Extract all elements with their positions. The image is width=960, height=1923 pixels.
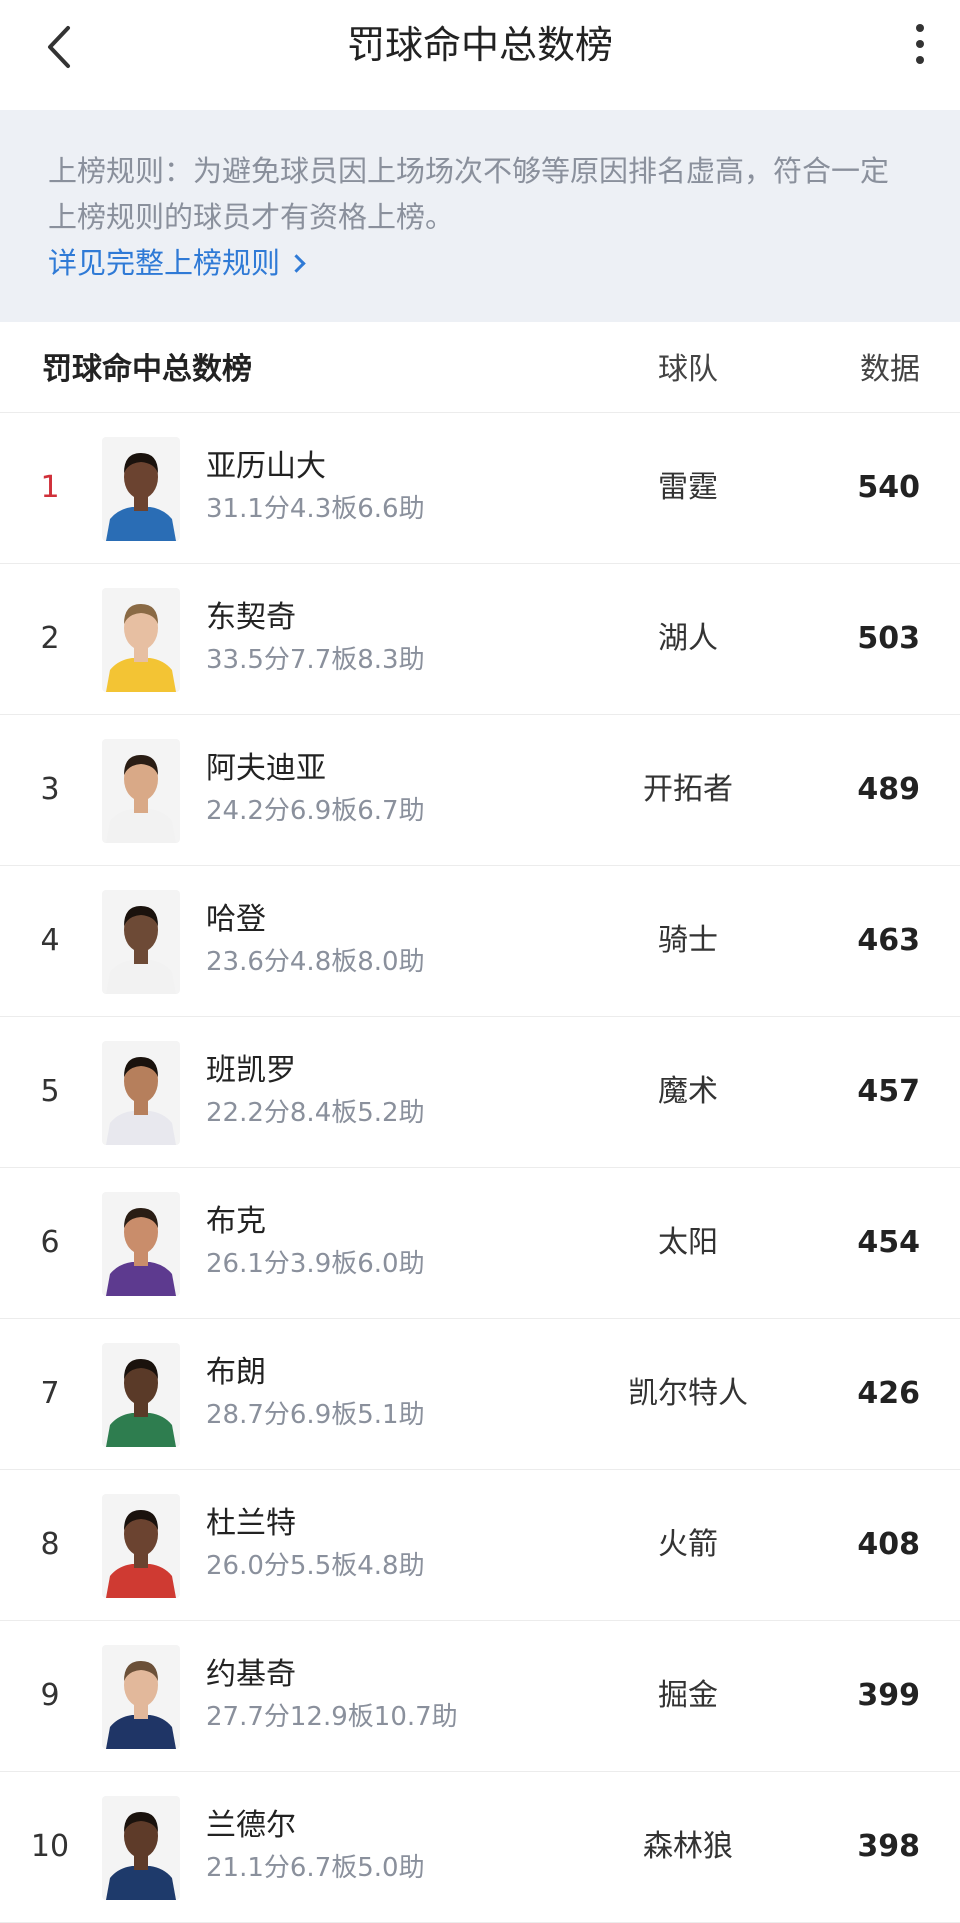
player-name: 杜兰特	[206, 1506, 296, 1541]
ranking-row[interactable]: 1 亚历山大 31.1分4.3板6.6助 雷霆 540	[0, 413, 960, 564]
player-team: 骑士	[658, 923, 718, 958]
player-season-stats: 22.2分8.4板5.2助	[206, 1098, 425, 1128]
player-name: 兰德尔	[206, 1808, 296, 1843]
free-throws-made-value: 454	[857, 1225, 920, 1260]
free-throws-made-value: 489	[857, 772, 920, 807]
player-season-stats: 28.7分6.9板5.1助	[206, 1400, 425, 1430]
ranking-row[interactable]: 10 兰德尔 21.1分6.7板5.0助 森林狼 398	[0, 1772, 960, 1923]
player-name: 布朗	[206, 1355, 266, 1390]
player-name: 哈登	[206, 902, 266, 937]
rank-number: 4	[40, 923, 60, 958]
free-throws-made-value: 398	[857, 1829, 920, 1864]
ranking-row[interactable]: 5 班凯罗 22.2分8.4板5.2助 魔术 457	[0, 1017, 960, 1168]
stat-column-header: 数据	[860, 352, 920, 387]
player-season-stats: 26.0分5.5板4.8助	[206, 1551, 425, 1581]
rules-text: 上榜规则：为避免球员因上场场次不够等原因排名虚高，符合一定上榜规则的球员才有资格…	[48, 154, 890, 234]
full-rules-link[interactable]: 详见完整上榜规则	[48, 240, 306, 286]
free-throws-made-value: 463	[857, 923, 920, 958]
player-season-stats: 23.6分4.8板8.0助	[206, 947, 425, 977]
chevron-right-icon	[287, 254, 306, 273]
player-name: 东契奇	[206, 600, 296, 635]
table-header: 罚球命中总数榜 球队 数据	[0, 322, 960, 413]
player-avatar	[102, 739, 180, 843]
player-name: 布克	[206, 1204, 266, 1239]
player-team: 凯尔特人	[628, 1376, 748, 1411]
free-throws-made-value: 503	[857, 621, 920, 656]
rank-number: 9	[40, 1678, 60, 1713]
player-team: 火箭	[658, 1527, 718, 1562]
ranking-row[interactable]: 2 东契奇 33.5分7.7板8.3助 湖人 503	[0, 564, 960, 715]
free-throws-made-value: 457	[857, 1074, 920, 1109]
free-throws-made-value: 426	[857, 1376, 920, 1411]
player-team: 开拓者	[643, 772, 733, 807]
player-season-stats: 31.1分4.3板6.6助	[206, 494, 425, 524]
player-team: 雷霆	[658, 470, 718, 505]
player-name: 亚历山大	[206, 449, 326, 484]
rank-number: 1	[40, 470, 60, 505]
free-throws-made-value: 540	[857, 470, 920, 505]
player-avatar	[102, 1343, 180, 1447]
player-avatar	[102, 1494, 180, 1598]
free-throws-made-value: 399	[857, 1678, 920, 1713]
player-team: 魔术	[658, 1074, 718, 1109]
player-avatar	[102, 437, 180, 541]
rank-number: 7	[40, 1376, 60, 1411]
rules-notice: 上榜规则：为避免球员因上场场次不够等原因排名虚高，符合一定上榜规则的球员才有资格…	[0, 110, 960, 322]
rank-number: 6	[40, 1225, 60, 1260]
ranking-list: 1 亚历山大 31.1分4.3板6.6助 雷霆 540 2 东契奇 33.5分7.7板8.3助…	[0, 413, 960, 1923]
rank-number: 2	[40, 621, 60, 656]
player-season-stats: 33.5分7.7板8.3助	[206, 645, 425, 675]
ranking-row[interactable]: 9 约基奇 27.7分12.9板10.7助 掘金 399	[0, 1621, 960, 1772]
player-name: 约基奇	[206, 1657, 296, 1692]
ranking-row[interactable]: 4 哈登 23.6分4.8板8.0助 骑士 463	[0, 866, 960, 1017]
rank-number: 3	[40, 772, 60, 807]
ranking-row[interactable]: 3 阿夫迪亚 24.2分6.9板6.7助 开拓者 489	[0, 715, 960, 866]
ranking-row[interactable]: 8 杜兰特 26.0分5.5板4.8助 火箭 408	[0, 1470, 960, 1621]
player-avatar	[102, 1796, 180, 1900]
player-avatar	[102, 890, 180, 994]
team-column-header: 球队	[658, 352, 718, 387]
top-bar: 罚球命中总数榜	[0, 0, 960, 110]
rank-number: 5	[40, 1074, 60, 1109]
player-avatar	[102, 1192, 180, 1296]
ranking-row[interactable]: 7 布朗 28.7分6.9板5.1助 凯尔特人 426	[0, 1319, 960, 1470]
free-throws-made-value: 408	[857, 1527, 920, 1562]
player-name: 班凯罗	[206, 1053, 296, 1088]
player-season-stats: 21.1分6.7板5.0助	[206, 1853, 425, 1883]
player-avatar	[102, 588, 180, 692]
more-options-icon[interactable]	[908, 18, 932, 74]
player-team: 湖人	[658, 621, 718, 656]
player-avatar	[102, 1041, 180, 1145]
rank-number: 10	[30, 1829, 70, 1864]
player-team: 森林狼	[643, 1829, 733, 1864]
full-rules-link-label: 详见完整上榜规则	[48, 246, 281, 280]
player-season-stats: 26.1分3.9板6.0助	[206, 1249, 425, 1279]
player-season-stats: 24.2分6.9板6.7助	[206, 796, 425, 826]
rank-number: 8	[40, 1527, 60, 1562]
table-title: 罚球命中总数榜	[42, 352, 252, 387]
player-season-stats: 27.7分12.9板10.7助	[206, 1702, 458, 1732]
player-avatar	[102, 1645, 180, 1749]
player-team: 太阳	[658, 1225, 718, 1260]
player-team: 掘金	[658, 1678, 718, 1713]
player-name: 阿夫迪亚	[206, 751, 326, 786]
page-title: 罚球命中总数榜	[346, 23, 613, 67]
ranking-row[interactable]: 6 布克 26.1分3.9板6.0助 太阳 454	[0, 1168, 960, 1319]
